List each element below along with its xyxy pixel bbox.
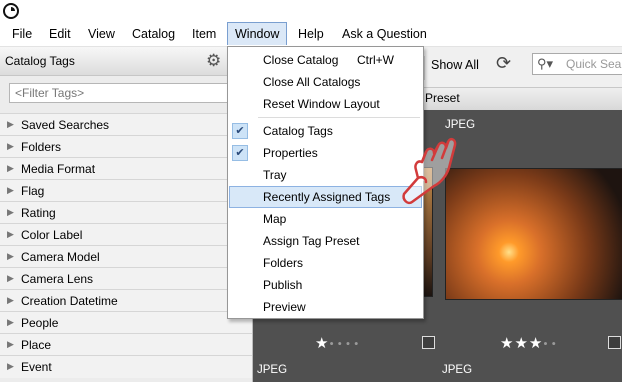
gear-icon[interactable]: ⚙ [206,51,221,71]
toolbar-divider [424,56,425,80]
tag-label: Flag [21,184,45,198]
panel-title: Catalog Tags [5,54,75,68]
expand-arrow-icon: ▶ [7,317,14,327]
tag-row-color-label[interactable]: ▶ Color Label [0,223,252,246]
shortcut-label: Ctrl+W [357,53,394,67]
tag-row-camera-lens[interactable]: ▶ Camera Lens [0,267,252,290]
quick-search-input[interactable]: ⚲▾ Quick Search [532,53,622,75]
menu-item-assign-tag-preset[interactable]: Assign Tag Preset [229,230,422,252]
star-rating-1[interactable]: ★●●●● [315,334,362,352]
tag-row-flag[interactable]: ▶ Flag [0,179,252,202]
menu-view[interactable]: View [81,22,122,46]
menu-item-label: Catalog Tags [263,124,333,138]
menu-item-reset-window-layout[interactable]: Reset Window Layout [229,93,422,115]
menu-window[interactable]: Window [227,22,288,45]
tag-label: Color Label [21,228,83,242]
menu-item-label: Properties [263,146,318,160]
filter-tags-input[interactable]: <Filter Tags> [9,83,245,103]
tag-label: Place [21,338,52,352]
checkmark-icon: ✔ [232,145,248,161]
expand-arrow-icon: ▶ [7,295,14,305]
tag-row-media-format[interactable]: ▶ Media Format [0,157,252,180]
tag-label: People [21,316,59,330]
tag-label: Event [21,360,52,374]
expand-arrow-icon: ▶ [7,251,14,261]
menu-item-label: Folders [263,256,304,270]
tag-label: Media Format [21,162,96,176]
menu-item-publish[interactable]: Publish [229,274,422,296]
tag-row-place[interactable]: ▶ Place [0,333,252,356]
sunset-photo-thumbnail[interactable] [445,168,622,300]
star-rating-3[interactable]: ★★★●● [500,334,560,352]
menu-item-close-catalog[interactable]: Close Catalog Ctrl+W [229,49,422,71]
tag-label: Camera Lens [21,272,94,286]
show-all-button[interactable]: Show All [431,58,479,72]
expand-arrow-icon: ▶ [7,185,14,195]
pointing-hand-icon [402,137,457,205]
expand-arrow-icon: ▶ [7,339,14,349]
menu-item-label: Map [263,212,287,226]
search-icon: ⚲▾ [537,56,554,71]
menu-item[interactable]: Item [185,22,223,46]
menu-separator [258,117,420,118]
menu-item-label: Tray [263,168,287,182]
tag-label: Creation Datetime [21,294,118,308]
menu-ask-a-question[interactable]: Ask a Question [335,22,434,46]
expand-arrow-icon: ▶ [7,273,14,283]
refresh-icon[interactable]: ⟳ [496,53,511,74]
app-logo-icon [3,3,19,19]
menu-catalog[interactable]: Catalog [125,22,182,46]
file-type-label: JPEG [257,364,288,376]
menu-file[interactable]: File [5,22,39,46]
tag-row-folders[interactable]: ▶ Folders [0,135,252,158]
checkmark-icon: ✔ [232,123,248,139]
menu-item-label: Close Catalog [263,53,339,67]
expand-arrow-icon: ▶ [7,119,14,129]
tag-row-saved-searches[interactable]: ▶ Saved Searches [0,113,252,136]
tag-row-event[interactable]: ▶ Event [0,355,252,378]
preset-column-header[interactable]: Preset [425,91,460,105]
expand-arrow-icon: ▶ [7,207,14,217]
menu-help[interactable]: Help [291,22,331,46]
catalog-tags-panel: Catalog Tags ⚙ <Filter Tags> ▶ Saved Sear… [0,47,253,382]
menu-item-label: Close All Catalogs [263,75,361,89]
menu-item-close-all-catalogs[interactable]: Close All Catalogs [229,71,422,93]
panel-header: Catalog Tags ⚙ [0,47,252,76]
expand-arrow-icon: ▶ [7,361,14,371]
file-type-label: JPEG [442,364,473,376]
expand-arrow-icon: ▶ [7,141,14,151]
quick-search-placeholder: Quick Search [566,57,622,71]
select-checkbox[interactable] [608,336,621,349]
menu-item-map[interactable]: Map [229,208,422,230]
expand-arrow-icon: ▶ [7,229,14,239]
tag-label: Camera Model [21,250,100,264]
menu-item-label: Recently Assigned Tags [263,190,391,204]
menu-item-folders[interactable]: Folders [229,252,422,274]
tag-row-creation-datetime[interactable]: ▶ Creation Datetime [0,289,252,312]
menu-item-label: Assign Tag Preset [263,234,360,248]
menu-item-preview[interactable]: Preview [229,296,422,318]
tag-row-camera-model[interactable]: ▶ Camera Model [0,245,252,268]
expand-arrow-icon: ▶ [7,163,14,173]
tag-row-people[interactable]: ▶ People [0,311,252,334]
menu-item-label: Reset Window Layout [263,97,380,111]
tag-label: Folders [21,140,62,154]
menu-item-label: Publish [263,278,303,292]
tag-row-rating[interactable]: ▶ Rating [0,201,252,224]
menu-item-label: Preview [263,300,306,314]
menu-bar: File Edit View Catalog Item Window Help … [0,22,622,47]
title-bar [0,0,622,22]
menu-edit[interactable]: Edit [42,22,78,46]
tag-label: Rating [21,206,56,220]
select-checkbox[interactable] [422,336,435,349]
tag-label: Saved Searches [21,118,110,132]
